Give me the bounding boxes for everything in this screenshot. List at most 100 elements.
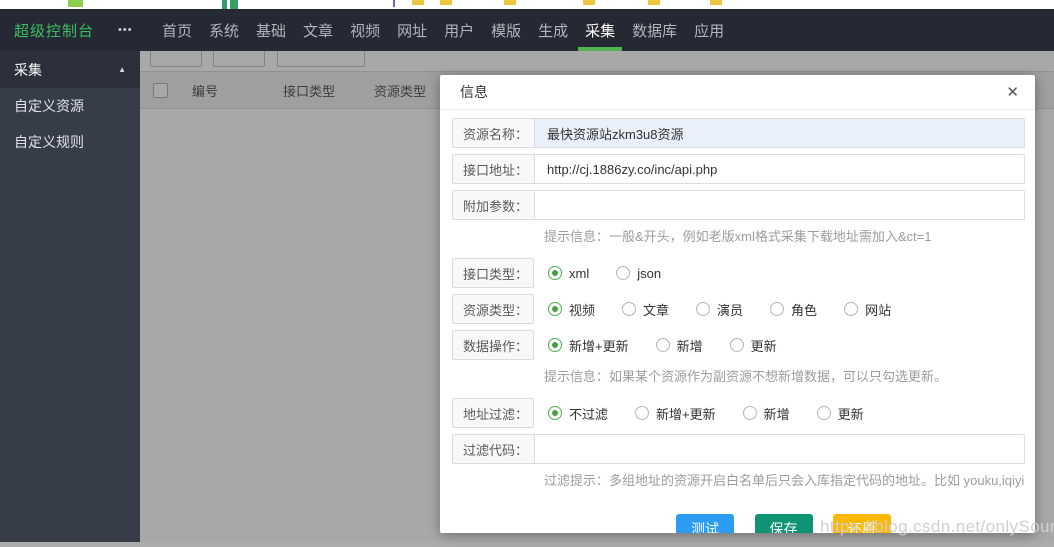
radio-group-interface-type: xml json	[548, 266, 688, 281]
radio-group-resource-type: 视频 文章 演员 角色 网站	[548, 300, 918, 319]
info-modal: 信息 ✕ 资源名称： 接口地址： 附加参数： 提示信息：一般&开头，例如老版xm…	[440, 75, 1035, 533]
radio-label: 不过滤	[569, 404, 608, 423]
field-label: 资源类型：	[452, 294, 534, 324]
extra-params-input[interactable]	[535, 191, 1024, 219]
field-label: 地址过滤：	[452, 398, 534, 428]
radio-label: 网站	[865, 300, 891, 319]
close-icon[interactable]: ✕	[1006, 85, 1019, 100]
radio-icon	[548, 266, 562, 280]
bottom-strip	[0, 542, 1054, 547]
radio-website[interactable]: 网站	[844, 300, 891, 319]
radio-update[interactable]: 更新	[730, 336, 777, 355]
radio-icon	[548, 338, 562, 352]
radio-role[interactable]: 角色	[770, 300, 817, 319]
radio-xml[interactable]: xml	[548, 266, 589, 281]
radio-filter-add-update[interactable]: 新增+更新	[635, 404, 716, 423]
radio-label: 角色	[791, 300, 817, 319]
resource-name-input[interactable]	[535, 119, 1024, 147]
nav-item-article[interactable]: 文章	[303, 9, 333, 51]
radio-label: 新增	[677, 336, 703, 355]
radio-add-update[interactable]: 新增+更新	[548, 336, 629, 355]
favicon-sliver	[710, 0, 722, 5]
radio-label: json	[637, 266, 661, 281]
favicon-sliver	[440, 0, 452, 5]
favicon-sliver	[583, 0, 595, 5]
sidebar: 采集 ▲ 自定义资源 自定义规则	[0, 51, 140, 547]
nav-item-home[interactable]: 首页	[162, 9, 192, 51]
radio-label: 更新	[751, 336, 777, 355]
sidebar-section-collect[interactable]: 采集 ▲	[0, 51, 140, 88]
radio-no-filter[interactable]: 不过滤	[548, 404, 608, 423]
radio-label: 新增+更新	[569, 336, 629, 355]
radio-label: 新增+更新	[656, 404, 716, 423]
favicon-sliver	[222, 0, 227, 9]
radio-json[interactable]: json	[616, 266, 661, 281]
nav-item-basic[interactable]: 基础	[256, 9, 286, 51]
watermark: https://blog.csdn.net/onlySound	[820, 517, 1054, 537]
api-url-input[interactable]	[535, 155, 1024, 183]
radio-filter-add[interactable]: 新增	[743, 404, 790, 423]
field-label: 数据操作：	[452, 330, 534, 360]
nav-item-database[interactable]: 数据库	[632, 9, 677, 51]
browser-bookmarks-strip	[0, 0, 1054, 9]
radio-icon	[635, 406, 649, 420]
sidebar-item-custom-resource[interactable]: 自定义资源	[0, 88, 140, 124]
radio-icon	[730, 338, 744, 352]
radio-label: 演员	[717, 300, 743, 319]
nav-item-app[interactable]: 应用	[694, 9, 724, 51]
radio-group-data-operation: 新增+更新 新增 更新	[548, 336, 804, 355]
radio-filter-update[interactable]: 更新	[817, 404, 864, 423]
radio-add[interactable]: 新增	[656, 336, 703, 355]
field-label: 附加参数：	[453, 191, 535, 219]
sidebar-section-label: 采集	[14, 60, 42, 80]
radio-video[interactable]: 视频	[548, 300, 595, 319]
more-menu-icon[interactable]: •••	[118, 24, 148, 36]
radio-label: xml	[569, 266, 589, 281]
radio-icon	[616, 266, 630, 280]
field-row-api-url: 接口地址：	[452, 154, 1025, 184]
modal-header: 信息 ✕	[440, 75, 1035, 110]
radio-group-address-filter: 不过滤 新增+更新 新增 更新	[548, 404, 891, 423]
field-row-extra-params: 附加参数：	[452, 190, 1025, 220]
main-menu: 首页 系统 基础 文章 视频 网址 用户 模版 生成 采集 数据库 应用	[162, 9, 724, 51]
nav-item-generate[interactable]: 生成	[538, 9, 568, 51]
radio-icon	[622, 302, 636, 316]
favicon-sliver	[68, 0, 83, 7]
favicon-sliver	[393, 0, 395, 7]
nav-item-url[interactable]: 网址	[397, 9, 427, 51]
radio-label: 视频	[569, 300, 595, 319]
nav-item-video[interactable]: 视频	[350, 9, 380, 51]
field-row-resource-name: 资源名称：	[452, 118, 1025, 148]
filter-code-input[interactable]	[535, 435, 1024, 463]
nav-item-user[interactable]: 用户	[444, 9, 474, 51]
radio-label: 更新	[838, 404, 864, 423]
save-button[interactable]: 保存	[755, 514, 813, 533]
field-row-address-filter: 地址过滤： 不过滤 新增+更新 新增 更新	[452, 398, 1025, 428]
sidebar-item-custom-rule[interactable]: 自定义规则	[0, 124, 140, 160]
nav-item-collect[interactable]: 采集	[585, 9, 615, 51]
test-button[interactable]: 测试	[676, 514, 734, 533]
radio-icon	[696, 302, 710, 316]
operation-hint-text: 提示信息：如果某个资源作为副资源不想新增数据，可以只勾选更新。	[544, 369, 1025, 385]
radio-article[interactable]: 文章	[622, 300, 669, 319]
radio-icon	[656, 338, 670, 352]
radio-icon	[548, 302, 562, 316]
modal-body: 资源名称： 接口地址： 附加参数： 提示信息：一般&开头，例如老版xml格式采集…	[440, 110, 1035, 533]
radio-label: 新增	[764, 404, 790, 423]
favicon-sliver	[230, 0, 238, 9]
field-label: 接口类型：	[452, 258, 534, 288]
radio-icon	[770, 302, 784, 316]
field-row-resource-type: 资源类型： 视频 文章 演员 角色 网站	[452, 294, 1025, 324]
radio-icon	[844, 302, 858, 316]
radio-label: 文章	[643, 300, 669, 319]
collapse-arrow-icon: ▲	[118, 65, 126, 74]
favicon-sliver	[412, 0, 424, 5]
field-label: 资源名称：	[453, 119, 535, 147]
radio-actor[interactable]: 演员	[696, 300, 743, 319]
nav-item-template[interactable]: 模版	[491, 9, 521, 51]
radio-icon	[548, 406, 562, 420]
app-logo: 超级控制台	[14, 20, 118, 41]
top-navbar: 超级控制台 ••• 首页 系统 基础 文章 视频 网址 用户 模版 生成 采集 …	[0, 9, 1054, 51]
params-hint-text: 提示信息：一般&开头，例如老版xml格式采集下载地址需加入&ct=1	[544, 229, 1025, 245]
nav-item-system[interactable]: 系统	[209, 9, 239, 51]
